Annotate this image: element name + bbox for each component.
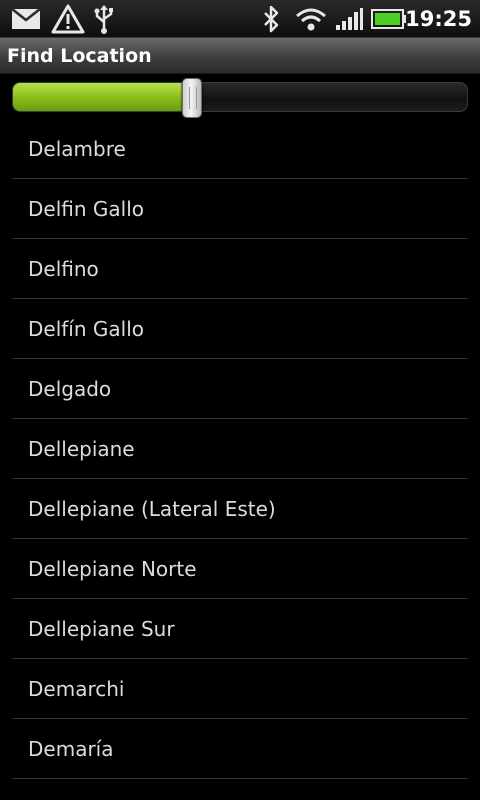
battery-icon: [370, 0, 408, 38]
list-item[interactable]: Delambre: [0, 119, 480, 179]
slider-fill: [13, 83, 196, 111]
page-title: Find Location: [7, 45, 152, 67]
list-item[interactable]: Demarchi: [0, 659, 480, 719]
mail-icon: [9, 0, 43, 38]
list-item[interactable]: Dellepiane: [0, 419, 480, 479]
warning-icon: [50, 0, 86, 38]
usb-icon: [91, 0, 117, 38]
wifi-icon: [294, 0, 328, 38]
status-clock: 19:25: [405, 7, 472, 31]
zoom-slider[interactable]: [12, 82, 468, 112]
list-item[interactable]: Dellepiane Sur: [0, 599, 480, 659]
list-item[interactable]: Delfín Gallo: [0, 299, 480, 359]
list-item[interactable]: Delfin Gallo: [0, 179, 480, 239]
bluetooth-icon: [260, 0, 282, 38]
slider-thumb[interactable]: [182, 78, 203, 118]
list-item[interactable]: Delgado: [0, 359, 480, 419]
status-bar: 19:25: [0, 0, 480, 38]
list-item[interactable]: Dellepiane (Lateral Este): [0, 479, 480, 539]
title-bar: Find Location: [0, 38, 480, 74]
location-list: Delambre Delfin Gallo Delfino Delfín Gallo D…: [0, 119, 480, 779]
list-item[interactable]: Demaría: [0, 719, 480, 779]
list-item[interactable]: Delfino: [0, 239, 480, 299]
list-item[interactable]: Dellepiane Norte: [0, 539, 480, 599]
signal-icon: [334, 0, 364, 38]
